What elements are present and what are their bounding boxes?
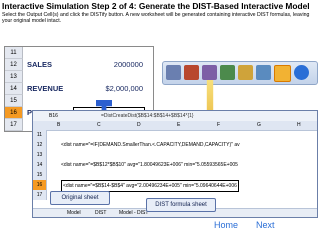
row-number[interactable]: 14 <box>33 160 47 170</box>
toolbar-button-icon[interactable] <box>166 65 181 80</box>
column-header[interactable]: H <box>297 122 301 128</box>
row-number[interactable]: 11 <box>33 130 47 140</box>
original-sheet-label: Original sheet <box>50 191 110 205</box>
table-row: 11 <box>33 130 317 140</box>
dist-formula-sheet-label: DIST formula sheet <box>146 198 216 212</box>
sheet-row: 15 <box>5 95 153 107</box>
formula-text: =DistCreateDist($B$14:$B$14+$B$14*{1} <box>101 113 194 119</box>
page-title: Interactive Simulation Step 2 of 4: Gene… <box>2 1 310 11</box>
dist-formula-cell[interactable]: <dist name="=$B$12*$B$10" avg="1.8004962… <box>61 160 238 170</box>
toolbar-button-icon[interactable] <box>202 65 217 80</box>
toolbar-button-icon[interactable] <box>256 65 271 80</box>
distify-toolbar <box>162 61 318 85</box>
next-link[interactable]: Next <box>256 220 275 230</box>
home-link[interactable]: Home <box>214 220 238 230</box>
column-header[interactable]: E <box>177 122 180 128</box>
revenue-value-cell[interactable]: $2,000,000 <box>73 83 145 94</box>
row-number-selected[interactable]: 16 <box>5 107 23 119</box>
row-number[interactable]: 17 <box>33 190 47 200</box>
column-header[interactable]: F <box>217 122 220 128</box>
sheet-row: 12 SALES 2000000 <box>5 59 153 71</box>
sales-label: SALES <box>27 60 53 69</box>
column-header[interactable]: D <box>137 122 141 128</box>
tab-model-dist[interactable]: Model - DIST <box>119 210 148 216</box>
sheet-row: 11 <box>5 47 153 59</box>
revenue-label: REVENUE <box>27 84 64 93</box>
circle-button-icon[interactable] <box>294 65 309 80</box>
sales-value-cell[interactable]: 2000000 <box>73 59 145 70</box>
cell-reference: B16 <box>49 113 58 119</box>
row-number[interactable]: 15 <box>33 170 47 180</box>
table-row: 14 <dist name="=$B$12*$B$10" avg="1.8004… <box>33 160 317 170</box>
row-number-selected[interactable]: 16 <box>33 180 47 190</box>
column-header[interactable]: B <box>57 122 60 128</box>
instructions-text: Select the Output Cell(s) and click the … <box>2 12 310 25</box>
column-header[interactable]: C <box>97 122 101 128</box>
row-number[interactable]: 17 <box>5 119 23 131</box>
row-number[interactable]: 12 <box>33 140 47 150</box>
tab-dist[interactable]: DIST <box>95 210 106 216</box>
sheet-row: 13 <box>5 71 153 83</box>
table-row: 16 <dist name="=$B$14-$B$4" avg="2.00496… <box>33 180 317 192</box>
row-number[interactable]: 13 <box>5 71 23 83</box>
row-number[interactable]: 11 <box>5 47 23 59</box>
dist-formula-cell[interactable]: <dist name="=IF(DEMAND.SmallerThan.<.CAP… <box>61 140 240 150</box>
tab-model[interactable]: Model <box>67 210 81 216</box>
sheet-row: 14 REVENUE $2,000,000 <box>5 83 153 95</box>
table-row: 15 <box>33 170 317 180</box>
toolbar-button-icon[interactable] <box>184 65 199 80</box>
distify-button-icon[interactable] <box>274 65 291 82</box>
row-number[interactable]: 12 <box>5 59 23 71</box>
toolbar-button-icon[interactable] <box>238 65 253 80</box>
table-row: 12 <dist name="=IF(DEMAND.SmallerThan.<.… <box>33 140 317 150</box>
row-number[interactable]: 15 <box>5 95 23 107</box>
row-number[interactable]: 13 <box>33 150 47 160</box>
toolbar-button-icon[interactable] <box>220 65 235 80</box>
column-header[interactable]: G <box>257 122 261 128</box>
table-row: 13 <box>33 150 317 160</box>
row-number[interactable]: 14 <box>5 83 23 95</box>
